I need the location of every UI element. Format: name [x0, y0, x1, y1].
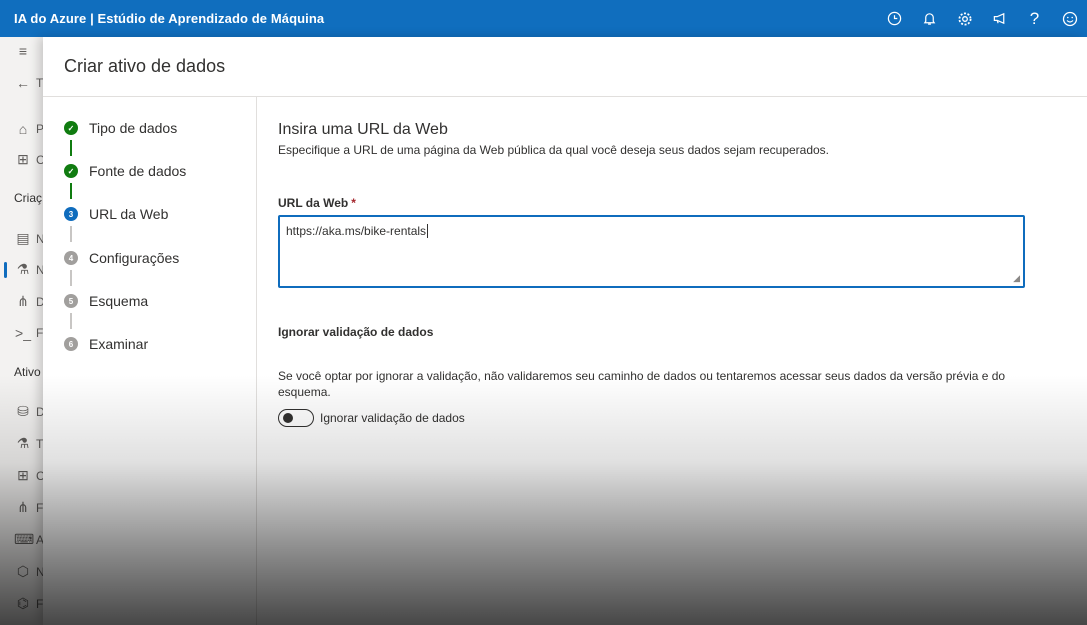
toggle-knob: [283, 413, 293, 423]
help-icon[interactable]: ?: [1017, 0, 1052, 37]
step-data-type[interactable]: ✓ Tipo de dados: [64, 120, 177, 136]
create-data-asset-panel: Criar ativo de dados ✓ Tipo de dados ✓ F…: [43, 37, 1087, 625]
active-indicator: [4, 262, 7, 278]
nav-section-assets: Ativo: [14, 365, 41, 379]
endpoint-icon: ⌬: [16, 595, 30, 611]
nav-automl[interactable]: ⚗ N: [14, 261, 45, 278]
hamburger-menu-icon[interactable]: ≡: [14, 43, 32, 59]
data-icon: ⛁: [17, 403, 29, 419]
nav-environments[interactable]: ⌨ A: [14, 531, 44, 548]
wizard-stepper: ✓ Tipo de dados ✓ Fonte de dados 3 URL d…: [43, 97, 257, 625]
skip-validation-description: Se você optar por ignorar a validação, n…: [278, 369, 1006, 399]
nav-prompt-flow[interactable]: >_ F: [14, 325, 43, 341]
check-icon: ✓: [64, 164, 78, 178]
nav-notebooks[interactable]: ▤ N: [14, 230, 44, 247]
skip-validation-toggle[interactable]: [278, 409, 314, 427]
step-connector: [70, 313, 72, 329]
skip-validation-toggle-row: Ignorar validação de dados: [278, 409, 465, 427]
flask-icon: ⚗: [16, 435, 30, 451]
home-icon: ⌂: [18, 121, 28, 137]
nav-section-create: Criaç: [14, 191, 43, 205]
resize-handle-icon[interactable]: ◢: [1013, 273, 1020, 284]
nav-components[interactable]: ⊞ C: [14, 467, 45, 484]
step-label: URL da Web: [89, 206, 169, 222]
nav-jobs[interactable]: ⚗ T: [14, 435, 44, 452]
nav-pipelines[interactable]: ⋔ F: [14, 499, 43, 516]
app-title[interactable]: IA do Azure | Estúdio de Aprendizado de …: [0, 11, 324, 26]
step-schema[interactable]: 5 Esquema: [64, 293, 148, 309]
step-label: Configurações: [89, 250, 180, 266]
nav-designer[interactable]: ⋔ D: [14, 293, 45, 310]
step-web-url[interactable]: 3 URL da Web: [64, 206, 168, 222]
step-number-badge: 3: [64, 207, 78, 221]
step-label: Esquema: [89, 293, 149, 309]
panel-title: Criar ativo de dados: [64, 56, 226, 76]
url-field-label: URL da Web *: [278, 196, 356, 210]
nav-catalog[interactable]: ⊞ C: [14, 151, 45, 168]
toggle-label: Ignorar validação de dados: [320, 411, 465, 425]
nav-models[interactable]: ⬡ N: [14, 563, 45, 580]
bell-icon[interactable]: [912, 0, 947, 37]
step-connector: [70, 226, 72, 242]
designer-icon: ⋔: [17, 293, 29, 309]
step-review[interactable]: 6 Examinar: [64, 336, 148, 352]
nav-endpoints[interactable]: ⌬ F: [14, 595, 43, 612]
top-bar: IA do Azure | Estúdio de Aprendizado de …: [0, 0, 1087, 37]
model-icon: ⬡: [16, 563, 30, 579]
step-data-source[interactable]: ✓ Fonte de dados: [64, 163, 186, 179]
pipeline-icon: ⋔: [17, 499, 29, 515]
clock-icon[interactable]: [877, 0, 912, 37]
web-url-value: https://aka.ms/bike-rentals: [286, 224, 427, 238]
notebook-icon: ▤: [16, 230, 30, 246]
skip-validation-heading: Ignorar validação de dados: [278, 325, 434, 339]
section-description: Especifique a URL de uma página da Web p…: [278, 143, 830, 157]
step-connector: [70, 270, 72, 286]
topbar-icons: ?: [877, 0, 1087, 37]
panel-header: Criar ativo de dados: [43, 37, 1087, 97]
environment-icon: ⌨: [14, 531, 35, 547]
step-settings[interactable]: 4 Configurações: [64, 250, 179, 266]
required-mark: *: [351, 196, 356, 210]
nav-home[interactable]: ⌂ P: [14, 121, 44, 137]
step-connector: [70, 183, 72, 199]
step-label: Examinar: [89, 336, 149, 352]
smiley-icon[interactable]: [1052, 0, 1087, 37]
components-icon: ⊞: [17, 467, 29, 483]
nav-back[interactable]: ← T: [14, 75, 43, 91]
step-connector: [70, 140, 72, 156]
step-number-badge: 5: [64, 294, 78, 308]
web-url-input[interactable]: https://aka.ms/bike-rentals ◢: [278, 215, 1025, 288]
nav-data[interactable]: ⛁ D: [14, 403, 45, 420]
step-number-badge: 4: [64, 251, 78, 265]
megaphone-icon[interactable]: [982, 0, 1017, 37]
automl-icon: ⚗: [16, 261, 30, 277]
catalog-icon: ⊞: [17, 151, 29, 167]
step-number-badge: 6: [64, 337, 78, 351]
check-icon: ✓: [64, 121, 78, 135]
gear-icon[interactable]: [947, 0, 982, 37]
step-label: Tipo de dados: [89, 120, 178, 136]
section-heading: Insira uma URL da Web: [278, 121, 448, 138]
terminal-icon: >_: [15, 325, 31, 341]
step-label: Fonte de dados: [89, 163, 187, 179]
back-arrow-icon: ←: [16, 75, 30, 91]
text-cursor: [427, 224, 429, 238]
